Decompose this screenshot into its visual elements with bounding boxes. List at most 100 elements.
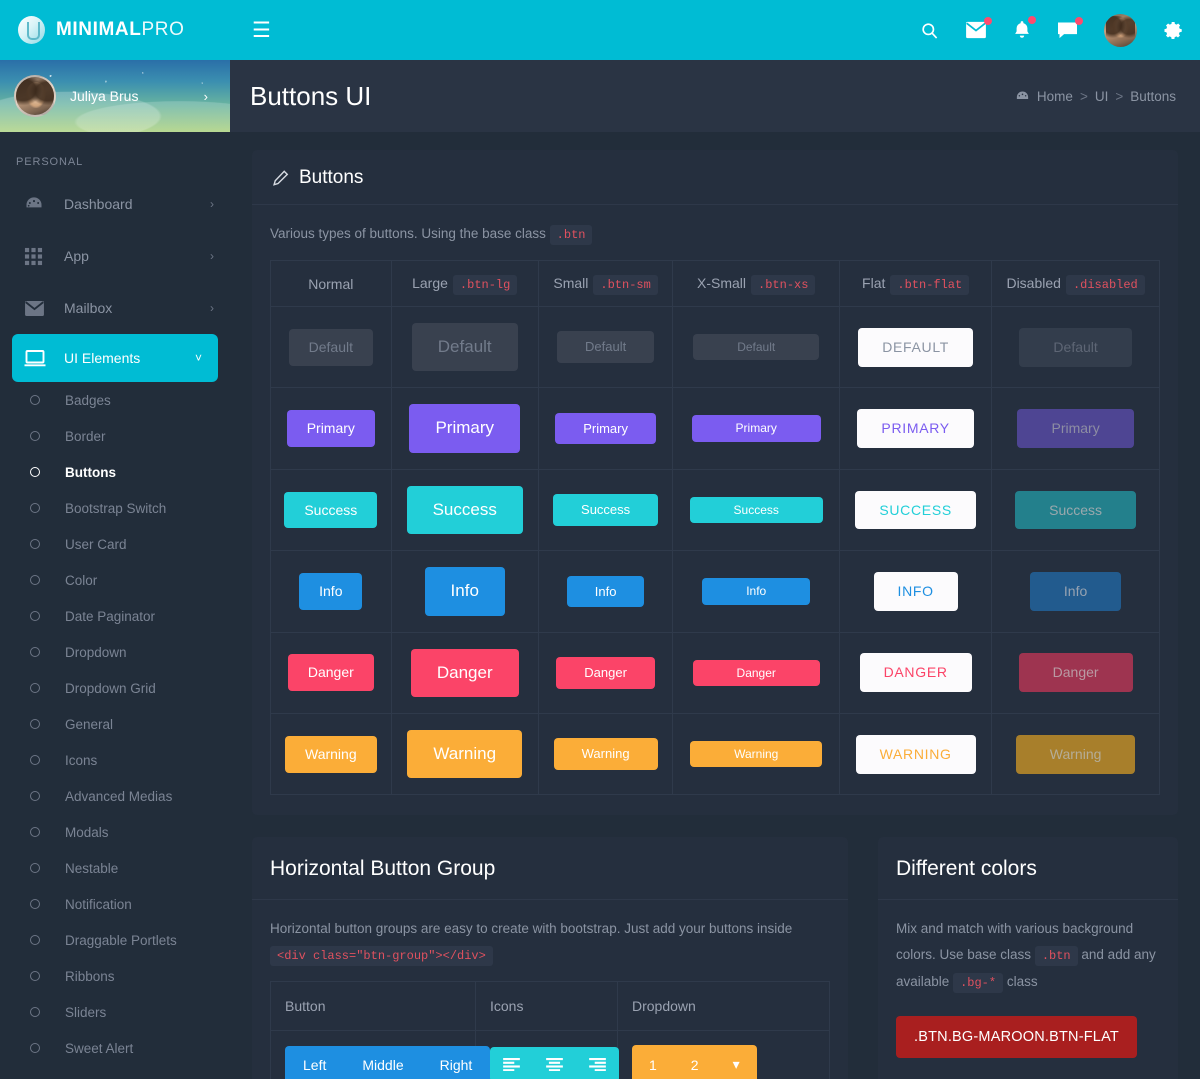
sidebar-item-ui-elements[interactable]: UI Elements ˅ — [12, 334, 218, 382]
btn-bg-maroon[interactable]: .BTN.BG-MAROON.BTN-FLAT — [896, 1016, 1137, 1058]
table-row: Default Default Default Default DEFAULT … — [271, 307, 1160, 388]
sidebar-subitem-sliders[interactable]: Sliders — [0, 994, 230, 1030]
btn-default-large[interactable]: Default — [412, 323, 518, 371]
sidebar-subitem-advanced-medias[interactable]: Advanced Medias — [0, 778, 230, 814]
sidebar-subitem-user-card[interactable]: User Card — [0, 526, 230, 562]
sidebar-subitem-modals[interactable]: Modals — [0, 814, 230, 850]
btn-success-flat[interactable]: SUCCESS — [855, 491, 976, 530]
chevron-right-icon: › — [210, 197, 214, 211]
btn-primary-large[interactable]: Primary — [409, 404, 520, 452]
btn-left[interactable]: Left — [285, 1046, 344, 1079]
btn-danger-xsmall[interactable]: Danger — [693, 660, 820, 686]
avatar[interactable] — [1104, 14, 1137, 47]
cell-small: Warning — [538, 713, 673, 794]
circle-icon — [30, 899, 40, 909]
column-header-dropdown: Dropdown — [618, 982, 830, 1031]
btn-danger-flat[interactable]: DANGER — [860, 653, 972, 692]
btn-default-small[interactable]: Default — [557, 331, 654, 363]
menu-toggle-icon[interactable]: ☰ — [252, 20, 271, 41]
brand-logo[interactable]: MINIMALPRO — [0, 0, 230, 60]
column-label: Normal — [308, 276, 353, 292]
sidebar-subitem-date-paginator[interactable]: Date Paginator — [0, 598, 230, 634]
chevron-right-icon[interactable]: › — [204, 89, 208, 104]
chevron-down-icon[interactable]: ▾ — [716, 1045, 757, 1079]
sidebar-subitem-color[interactable]: Color — [0, 562, 230, 598]
sidebar-subitem-nestable[interactable]: Nestable — [0, 850, 230, 886]
sidebar-subitem-border[interactable]: Border — [0, 418, 230, 454]
btn-success-normal[interactable]: Success — [284, 492, 377, 529]
btn-danger-normal[interactable]: Danger — [288, 654, 374, 691]
sidebar-item-label: UI Elements — [64, 350, 195, 366]
sidebar-subitem-dropdown-grid[interactable]: Dropdown Grid — [0, 670, 230, 706]
btn-info-small[interactable]: Info — [567, 576, 645, 608]
colors-card-header: Different colors — [878, 837, 1178, 900]
btn-page-1[interactable]: 1 — [632, 1045, 674, 1079]
sidebar-subitem-badges[interactable]: Badges — [0, 382, 230, 418]
sidebar-profile[interactable]: Juliya Brus › — [0, 60, 230, 132]
circle-icon — [30, 719, 40, 729]
breadcrumb-home[interactable]: Home — [1037, 89, 1073, 104]
btn-success-large[interactable]: Success — [407, 486, 523, 534]
align-center-icon[interactable] — [533, 1047, 576, 1079]
sidebar-item-dashboard[interactable]: Dashboard › — [0, 178, 230, 230]
btn-info-normal[interactable]: Info — [299, 573, 362, 610]
btn-info-large[interactable]: Info — [425, 567, 505, 615]
sidebar-subitem-sweet-alert[interactable]: Sweet Alert — [0, 1030, 230, 1066]
circle-icon — [30, 935, 40, 945]
sidebar-subitem-icons[interactable]: Icons — [0, 742, 230, 778]
breadcrumb-ui[interactable]: UI — [1095, 89, 1109, 104]
btn-danger-small[interactable]: Danger — [556, 657, 655, 689]
sidebar-subitem-dropdown[interactable]: Dropdown — [0, 634, 230, 670]
sidebar-subitem-buttons[interactable]: Buttons — [0, 454, 230, 490]
btn-success-xsmall[interactable]: Success — [690, 497, 823, 523]
sidebar-subitem-ribbons[interactable]: Ribbons — [0, 958, 230, 994]
table-header-row: Normal Large.btn-lg Small.btn-sm X-Small… — [271, 261, 1160, 307]
bell-badge-dot — [1028, 16, 1036, 24]
btn-warning-flat[interactable]: WARNING — [856, 735, 976, 774]
sidebar-item-app[interactable]: App › — [0, 230, 230, 282]
different-colors-card: Different colors Mix and match with vari… — [878, 837, 1178, 1079]
table-row: Warning Warning Warning Warning WARNING … — [271, 713, 1160, 794]
btn-info-disabled: Info — [1030, 572, 1121, 611]
btn-success-small[interactable]: Success — [553, 494, 658, 526]
btn-default-flat[interactable]: DEFAULT — [858, 328, 973, 367]
btn-warning-small[interactable]: Warning — [554, 738, 658, 770]
btn-primary-disabled: Primary — [1017, 409, 1133, 448]
align-right-icon[interactable] — [576, 1047, 619, 1079]
btn-primary-normal[interactable]: Primary — [287, 410, 375, 447]
gear-icon[interactable] — [1163, 20, 1184, 41]
profile-avatar — [14, 75, 56, 117]
cell-disabled: Primary — [992, 388, 1160, 469]
btn-middle[interactable]: Middle — [344, 1046, 421, 1079]
btn-warning-xsmall[interactable]: Warning — [690, 741, 822, 767]
sidebar-subitem-draggable-portlets[interactable]: Draggable Portlets — [0, 922, 230, 958]
btn-danger-large[interactable]: Danger — [411, 649, 519, 697]
cell-large: Primary — [391, 388, 538, 469]
chat-icon[interactable] — [1057, 21, 1078, 40]
align-left-icon[interactable] — [490, 1047, 533, 1079]
content-area: Buttons Various types of buttons. Using … — [230, 132, 1200, 1079]
sidebar-subitem-bootstrap-switch[interactable]: Bootstrap Switch — [0, 490, 230, 526]
btn-page-2[interactable]: 2 — [674, 1045, 716, 1079]
btn-primary-flat[interactable]: PRIMARY — [857, 409, 973, 448]
column-header-xsmall: X-Small.btn-xs — [673, 261, 840, 307]
sidebar-subitem-general[interactable]: General — [0, 706, 230, 742]
btn-info-xsmall[interactable]: Info — [702, 578, 810, 604]
circle-icon — [30, 827, 40, 837]
btn-default-xsmall[interactable]: Default — [693, 334, 819, 360]
btn-primary-xsmall[interactable]: Primary — [692, 415, 821, 441]
btn-default-normal[interactable]: Default — [289, 329, 373, 366]
btn-warning-large[interactable]: Warning — [407, 730, 522, 778]
sidebar-subitem-label: Notification — [65, 897, 132, 912]
mail-icon[interactable] — [965, 21, 987, 39]
sidebar-subitem-notification[interactable]: Notification — [0, 886, 230, 922]
sidebar-item-mailbox[interactable]: Mailbox › — [0, 282, 230, 334]
bell-icon[interactable] — [1013, 20, 1031, 40]
sidebar-subitem-label: Dropdown — [65, 645, 127, 660]
btn-warning-normal[interactable]: Warning — [285, 736, 377, 773]
btn-right[interactable]: Right — [422, 1046, 491, 1079]
search-icon[interactable] — [920, 21, 939, 40]
btn-primary-small[interactable]: Primary — [555, 413, 656, 445]
btn-info-flat[interactable]: INFO — [874, 572, 958, 611]
circle-icon — [30, 503, 40, 513]
